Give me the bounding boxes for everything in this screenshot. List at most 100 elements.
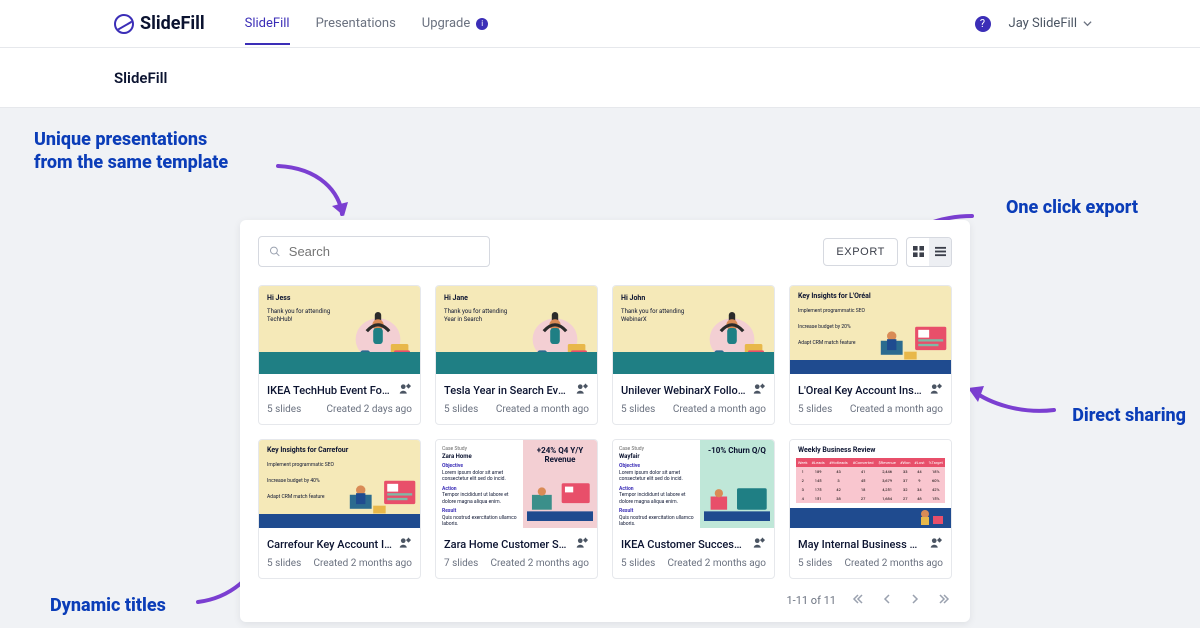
card-thumbnail: Key Insights for Carrefour Implement pro… (259, 440, 420, 528)
nav-upgrade[interactable]: Upgrade i (422, 2, 488, 45)
user-menu[interactable]: Jay SlideFill (1009, 16, 1092, 31)
thumb-right: +24% Q4 Y/Y Revenue (523, 440, 597, 528)
nav-label: Presentations (316, 16, 396, 31)
share-icon[interactable] (398, 382, 412, 396)
arrow-icon (270, 158, 360, 228)
presentation-card[interactable]: Hi John Thank you for attending WebinarX… (612, 285, 775, 425)
view-grid-button[interactable] (907, 238, 929, 266)
share-button[interactable] (575, 381, 589, 400)
share-button[interactable] (575, 535, 589, 554)
illustration-icon (527, 480, 593, 524)
nav-slidefill[interactable]: SlideFill (245, 2, 290, 45)
page-first-button[interactable] (850, 591, 866, 610)
thumb-line: Increase budget by 20% (798, 324, 851, 330)
presentation-card[interactable]: Key Insights for Carrefour Implement pro… (258, 439, 421, 579)
thumb-line: Adapt CRM match feature (267, 494, 325, 500)
info-badge-icon: i (476, 18, 488, 30)
card-thumbnail: Case Study Zara Home ObjectiveLorem ipsu… (436, 440, 597, 528)
card-thumbnail: Hi Jane Thank you for attending Year in … (436, 286, 597, 374)
thumb-body: Thank you for attending WebinarX (621, 308, 687, 324)
card-title: May Internal Business Review (798, 538, 923, 551)
share-button[interactable] (929, 381, 943, 400)
thumb-greeting: Hi Jane (444, 294, 468, 302)
card-created: Created 2 months ago (667, 558, 766, 569)
share-button[interactable] (398, 381, 412, 400)
card-slides: 5 slides (621, 558, 655, 569)
share-button[interactable] (929, 535, 943, 554)
share-icon[interactable] (398, 536, 412, 550)
card-title: Unilever WebinarX Follow-Up (621, 384, 746, 397)
pagination-label: 1-11 of 11 (786, 594, 836, 607)
card-title: Tesla Year in Search Event F… (444, 384, 569, 397)
share-icon[interactable] (575, 536, 589, 550)
presentation-card[interactable]: Hi Jane Thank you for attending Year in … (435, 285, 598, 425)
card-title: IKEA Customer Success Story (621, 538, 746, 551)
share-icon[interactable] (929, 382, 943, 396)
thumb-line: Increase budget by 40% (267, 478, 320, 484)
nav-links: SlideFill Presentations Upgrade i (245, 2, 489, 45)
topbar-right: ? Jay SlideFill (975, 16, 1092, 32)
share-button[interactable] (398, 535, 412, 554)
illustration-icon (515, 304, 595, 366)
illustration-icon (342, 462, 420, 522)
chevrons-left-icon (852, 593, 864, 605)
card-meta: L'Oreal Key Account Insights 5 slides Cr… (790, 374, 951, 424)
nav-label: Upgrade (422, 16, 470, 31)
sub-header: SlideFill (0, 48, 1200, 108)
card-slides: 5 slides (444, 404, 478, 415)
card-title: Zara Home Customer Succe… (444, 538, 569, 551)
search-input[interactable] (289, 244, 479, 259)
view-list-button[interactable] (929, 238, 951, 266)
logo-mark-icon (114, 14, 134, 34)
presentations-panel: EXPORT Hi Jess Thank you for attending T… (240, 220, 970, 622)
annotation-export: One click export (1006, 196, 1138, 219)
brand-logo[interactable]: SlideFill (114, 13, 205, 34)
page-last-button[interactable] (936, 591, 952, 610)
thumb-line: Adapt CRM match feature (798, 340, 856, 346)
card-thumbnail: Weekly Business Review Week#Leads#Hotlea… (790, 440, 951, 528)
help-icon[interactable]: ? (975, 16, 991, 32)
nav-label: SlideFill (245, 16, 290, 31)
nav-presentations[interactable]: Presentations (316, 2, 396, 45)
page-next-button[interactable] (908, 591, 922, 610)
card-title: L'Oreal Key Account Insights (798, 384, 923, 397)
presentation-card[interactable]: Weekly Business Review Week#Leads#Hotlea… (789, 439, 952, 579)
share-button[interactable] (752, 535, 766, 554)
presentation-card[interactable]: Case Study Zara Home ObjectiveLorem ipsu… (435, 439, 598, 579)
export-button[interactable]: EXPORT (823, 238, 898, 266)
card-meta: IKEA Customer Success Story 5 slides Cre… (613, 528, 774, 578)
share-button[interactable] (752, 381, 766, 400)
card-slides: 5 slides (267, 404, 301, 415)
brand-name: SlideFill (140, 13, 205, 34)
card-title: IKEA TechHub Event Follow-… (267, 384, 392, 397)
illustration-icon (704, 480, 770, 524)
annotation-sharing: Direct sharing (1072, 404, 1186, 427)
chevron-right-icon (910, 593, 920, 605)
chevron-left-icon (882, 593, 892, 605)
share-icon[interactable] (575, 382, 589, 396)
share-icon[interactable] (752, 382, 766, 396)
presentation-card[interactable]: Key Insights for L'Oréal Implement progr… (789, 285, 952, 425)
card-created: Created 2 months ago (490, 558, 589, 569)
card-created: Created a month ago (673, 404, 766, 415)
arrow-icon (962, 382, 1062, 422)
list-icon (935, 246, 946, 257)
page-prev-button[interactable] (880, 591, 894, 610)
search-input-wrap[interactable] (258, 236, 490, 267)
share-icon[interactable] (929, 536, 943, 550)
card-meta: Unilever WebinarX Follow-Up 5 slides Cre… (613, 374, 774, 424)
annotation-templates: Unique presentations from the same templ… (34, 128, 228, 175)
thumb-line: Implement programmatic SEO (798, 308, 865, 314)
share-icon[interactable] (752, 536, 766, 550)
card-slides: 5 slides (267, 558, 301, 569)
page-title: SlideFill (114, 69, 167, 87)
presentation-card[interactable]: Case Study Wayfair ObjectiveLorem ipsum … (612, 439, 775, 579)
thumb-left: Case Study Zara Home ObjectiveLorem ipsu… (436, 440, 523, 528)
thumb-right: -10% Churn Q/Q (700, 440, 774, 528)
annotation-titles: Dynamic titles (50, 594, 166, 617)
user-name: Jay SlideFill (1009, 16, 1077, 31)
presentation-card[interactable]: Hi Jess Thank you for attending TechHub!… (258, 285, 421, 425)
card-thumbnail: Key Insights for L'Oréal Implement progr… (790, 286, 951, 374)
card-meta: May Internal Business Review 5 slides Cr… (790, 528, 951, 578)
card-created: Created 2 days ago (327, 404, 412, 415)
